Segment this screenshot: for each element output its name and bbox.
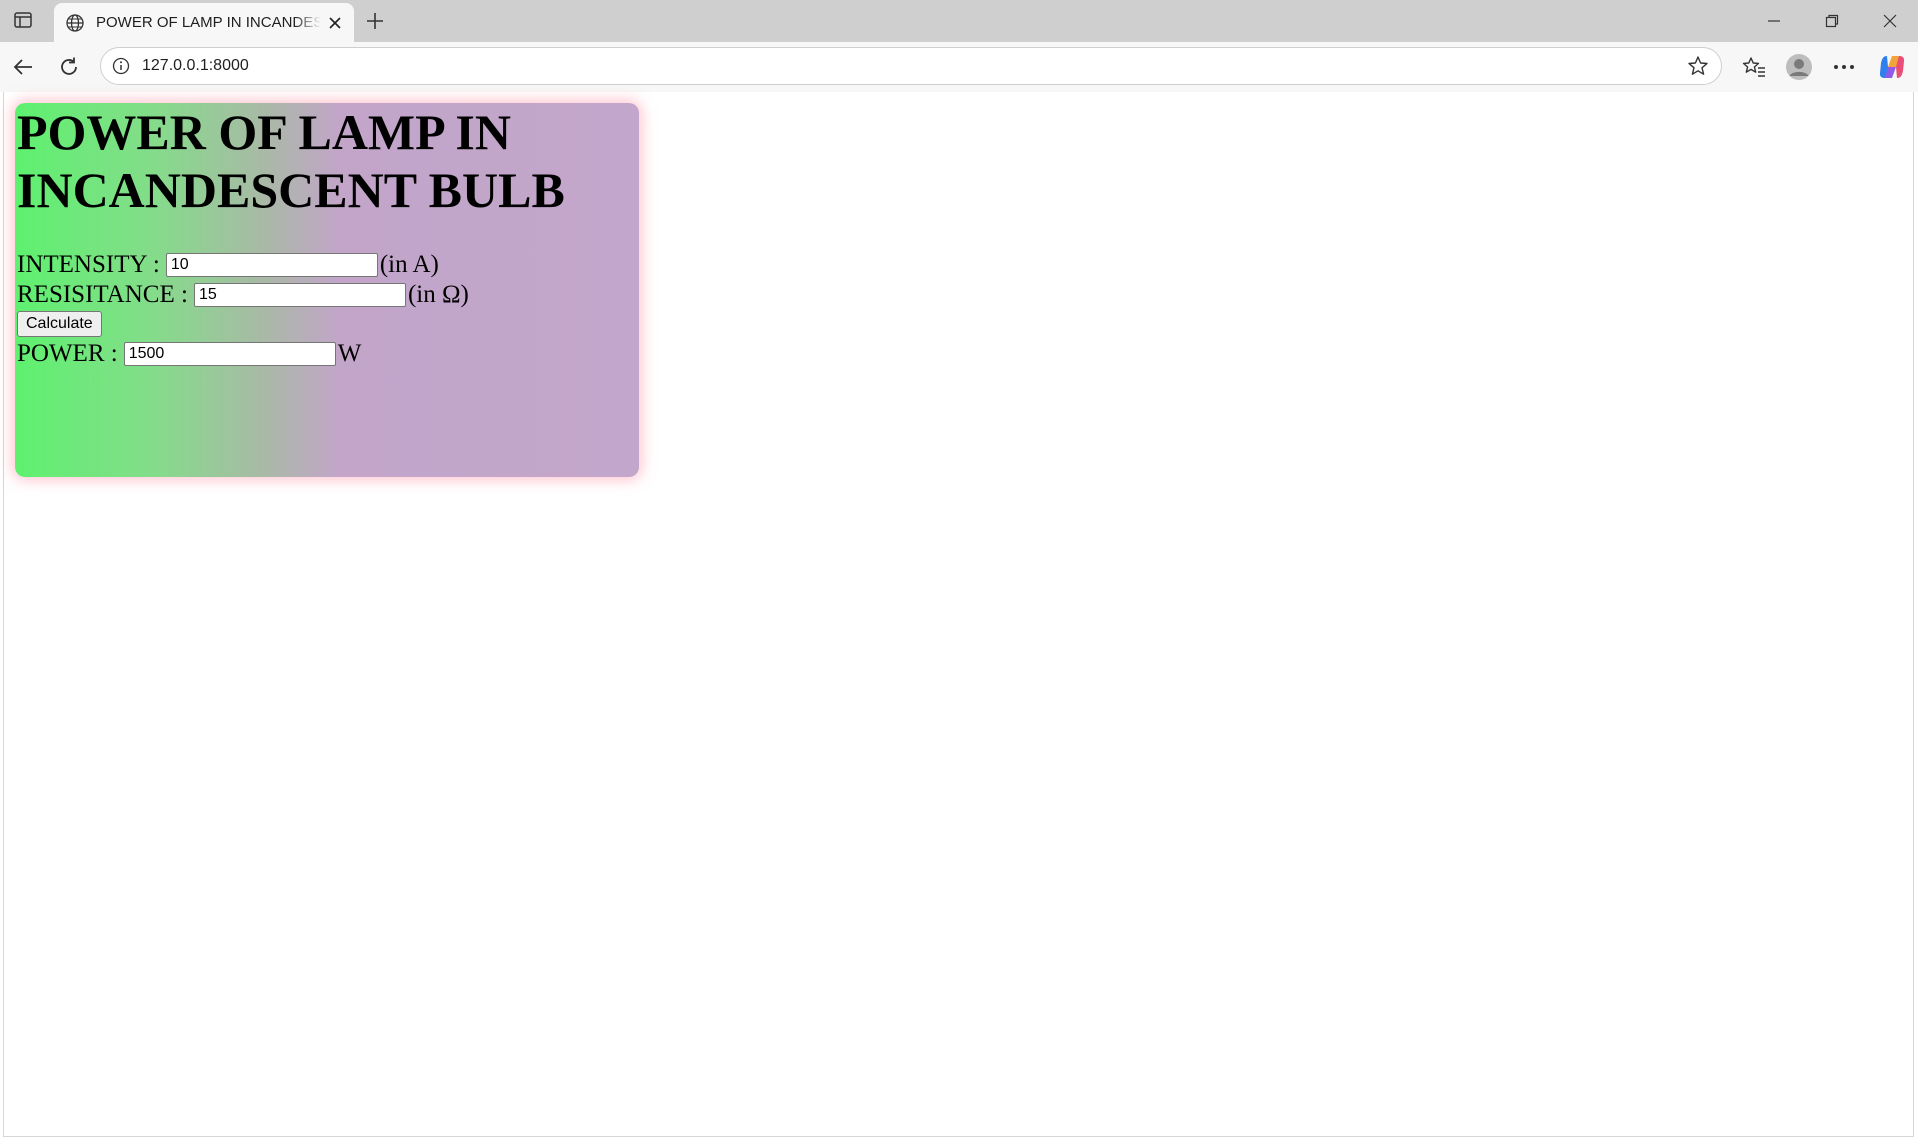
new-tab-icon[interactable] <box>362 8 388 34</box>
intensity-label: INTENSITY : <box>17 251 160 278</box>
browser-tab[interactable]: POWER OF LAMP IN INCANDESCENT BULB <box>54 3 354 42</box>
site-info-icon[interactable] <box>111 56 131 76</box>
intensity-input[interactable] <box>165 253 378 277</box>
power-row: POWER : W <box>17 340 361 368</box>
power-label: POWER : <box>17 340 118 367</box>
back-icon[interactable] <box>8 52 38 82</box>
minimize-icon[interactable] <box>1746 0 1802 42</box>
calculator-card: POWER OF LAMP IN INCANDESCENT BULB INTEN… <box>15 103 639 477</box>
close-window-icon[interactable] <box>1862 0 1918 42</box>
page-title: POWER OF LAMP IN INCANDESCENT BULB <box>17 104 565 218</box>
calculate-button[interactable]: Calculate <box>17 311 102 337</box>
resistance-unit: (in Ω) <box>407 281 469 308</box>
close-tab-icon[interactable] <box>323 11 347 35</box>
restore-icon[interactable] <box>1804 0 1860 42</box>
globe-icon <box>64 12 86 34</box>
power-output[interactable] <box>123 342 336 366</box>
intensity-unit: (in A) <box>379 251 439 278</box>
tab-bar: POWER OF LAMP IN INCANDESCENT BULB <box>0 0 1918 42</box>
resistance-input[interactable] <box>193 283 406 307</box>
tab-actions-icon[interactable] <box>12 10 34 30</box>
favorites-icon[interactable] <box>1739 52 1769 82</box>
browser-toolbar: 127.0.0.1:8000 <box>0 42 1918 92</box>
reload-icon[interactable] <box>54 52 84 82</box>
more-options-icon[interactable] <box>1829 52 1859 82</box>
resistance-label: RESISITANCE : <box>17 281 188 308</box>
resistance-row: RESISITANCE : (in Ω) <box>17 281 469 309</box>
address-bar[interactable]: 127.0.0.1:8000 <box>100 47 1722 85</box>
page-viewport: POWER OF LAMP IN INCANDESCENT BULB INTEN… <box>3 92 1914 1137</box>
url-text[interactable]: 127.0.0.1:8000 <box>142 57 249 75</box>
favorite-star-icon[interactable] <box>1687 55 1709 77</box>
profile-avatar-icon[interactable] <box>1784 52 1814 82</box>
tab-title: POWER OF LAMP IN INCANDESCENT BULB <box>96 14 321 31</box>
copilot-icon[interactable] <box>1877 52 1907 82</box>
intensity-row: INTENSITY : (in A) <box>17 251 439 279</box>
power-unit: W <box>337 340 362 367</box>
